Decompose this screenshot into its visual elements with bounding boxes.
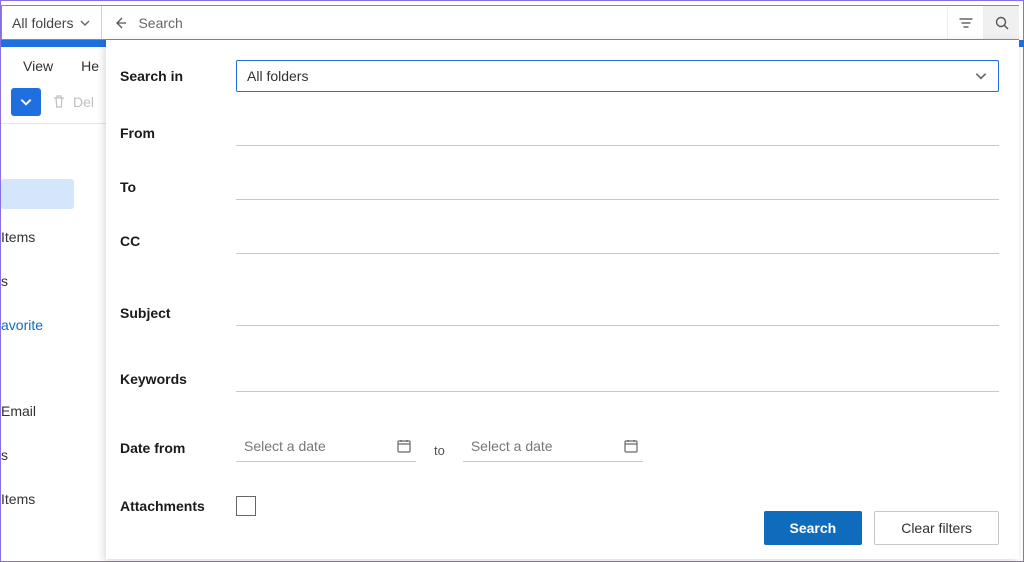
search-scope-label: All folders <box>12 15 73 31</box>
search-icon <box>994 15 1010 31</box>
clear-filters-button[interactable]: Clear filters <box>874 511 999 545</box>
date-to-picker[interactable]: Select a date <box>463 434 643 462</box>
filter-icon <box>958 15 974 31</box>
sidebar-add-favorite[interactable]: avorite <box>1 309 106 341</box>
label-cc: CC <box>118 233 236 249</box>
to-input[interactable] <box>236 174 999 200</box>
search-bar: All folders Search <box>1 5 1019 40</box>
tab-help-fragment[interactable]: He <box>81 58 99 74</box>
sidebar-item-selected[interactable] <box>1 179 74 209</box>
chevron-down-icon <box>19 95 33 109</box>
panel-footer: Search Clear filters <box>764 511 1000 545</box>
search-in-dropdown[interactable]: All folders <box>236 60 999 92</box>
search-in-value: All folders <box>247 68 308 84</box>
calendar-icon <box>396 438 412 454</box>
ribbon-tabs: View He <box>1 51 106 81</box>
date-from-placeholder: Select a date <box>244 438 326 454</box>
search-input-zone[interactable]: Search <box>102 6 947 39</box>
filter-button[interactable] <box>947 6 983 39</box>
sidebar-item[interactable]: Email <box>1 395 106 427</box>
attachments-checkbox[interactable] <box>236 496 256 516</box>
label-to: To <box>118 179 236 195</box>
label-from: From <box>118 125 236 141</box>
new-mail-dropdown[interactable] <box>11 88 41 116</box>
date-from-picker[interactable]: Select a date <box>236 434 416 462</box>
folder-sidebar: Items s avorite Email s Items <box>1 179 106 515</box>
keywords-input[interactable] <box>236 366 999 392</box>
sidebar-item[interactable]: s <box>1 439 106 471</box>
search-scope-dropdown[interactable]: All folders <box>2 6 102 39</box>
date-to-placeholder: Select a date <box>471 438 553 454</box>
back-arrow-icon <box>112 15 128 31</box>
sidebar-item[interactable]: Items <box>1 221 106 253</box>
label-search-in: Search in <box>118 68 236 84</box>
chevron-down-icon <box>79 17 91 29</box>
cc-input[interactable] <box>236 228 999 254</box>
sidebar-item[interactable]: Items <box>1 483 106 515</box>
search-bar-actions <box>947 6 1019 39</box>
label-keywords: Keywords <box>118 371 236 387</box>
subject-input[interactable] <box>236 300 999 326</box>
toolbar-fragment: Del <box>1 87 106 117</box>
delete-button-fragment[interactable]: Del <box>51 94 94 110</box>
delete-label-fragment: Del <box>73 94 94 110</box>
tab-view[interactable]: View <box>23 58 53 74</box>
trash-icon <box>51 94 67 110</box>
label-date-from: Date from <box>118 440 236 456</box>
sidebar-item[interactable]: s <box>1 265 106 297</box>
calendar-icon <box>623 438 639 454</box>
chevron-down-icon <box>974 69 988 83</box>
search-placeholder: Search <box>138 15 182 31</box>
label-attachments: Attachments <box>118 498 236 514</box>
advanced-search-panel: Search in All folders From To CC Subject <box>106 40 1019 559</box>
from-input[interactable] <box>236 120 999 146</box>
app-root: All folders Search View He Del <box>0 0 1024 562</box>
search-submit-button[interactable]: Search <box>764 511 863 545</box>
toolbar-divider <box>1 123 106 124</box>
date-to-separator: to <box>434 439 445 458</box>
search-button[interactable] <box>983 6 1019 39</box>
label-subject: Subject <box>118 305 236 321</box>
